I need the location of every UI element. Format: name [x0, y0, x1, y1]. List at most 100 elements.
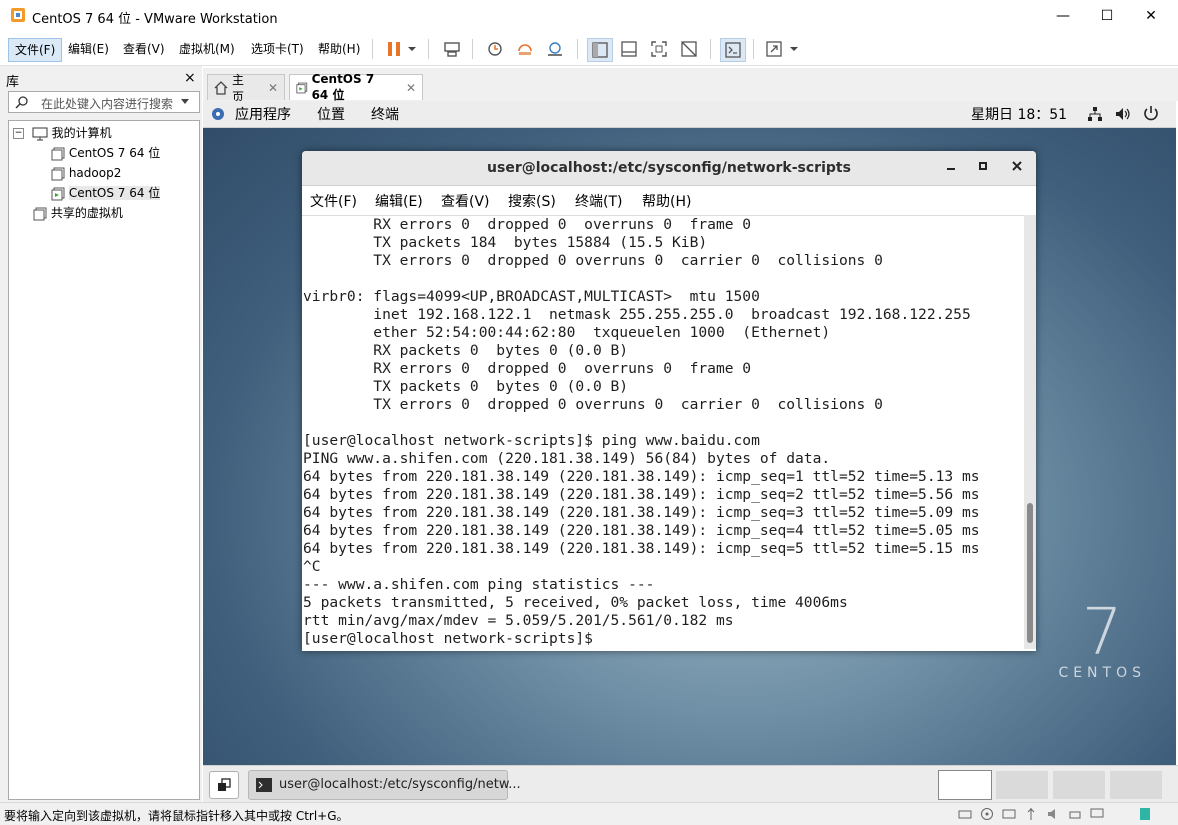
- clock[interactable]: 星期日 18：51: [971, 104, 1067, 124]
- taskbar-terminal-task[interactable]: user@localhost:/etc/sysconfig/netw...: [248, 770, 521, 800]
- terminal-menu-view[interactable]: 查看(V): [441, 191, 490, 211]
- centos-logo-word: CENTOS: [1058, 665, 1146, 681]
- terminal-menu-terminal[interactable]: 终端(T): [575, 191, 622, 211]
- terminal-title: user@localhost:/etc/sysconfig/network-sc…: [487, 160, 851, 176]
- pause-icon[interactable]: [382, 38, 406, 60]
- thumbnail-bar-icon[interactable]: [617, 38, 641, 60]
- tab-label: 主页: [231, 72, 244, 104]
- workspace-3[interactable]: [1052, 770, 1106, 800]
- message-log-icon[interactable]: [1138, 807, 1152, 821]
- volume-icon[interactable]: [1115, 106, 1131, 122]
- minimize-button[interactable]: —: [1040, 0, 1086, 32]
- terminal-maximize-icon[interactable]: [974, 159, 992, 177]
- chevron-down-icon[interactable]: [786, 38, 802, 60]
- tree-node-vm[interactable]: hadoop2: [51, 163, 121, 183]
- stretch-guest-icon[interactable]: [762, 38, 786, 60]
- tab-close-icon[interactable]: ✕: [406, 81, 416, 95]
- guest-taskbar: user@localhost:/etc/sysconfig/netw...: [203, 765, 1178, 803]
- menu-view[interactable]: 查看(V): [117, 38, 171, 60]
- send-ctrl-alt-del-icon[interactable]: [440, 38, 464, 60]
- terminal-menu-help[interactable]: 帮助(H): [642, 191, 691, 211]
- tab-close-icon[interactable]: ✕: [268, 81, 278, 95]
- tree-node-my-computer[interactable]: − 我的计算机: [13, 123, 112, 143]
- terminal-icon: [256, 778, 272, 792]
- workspace-4[interactable]: [1109, 770, 1163, 800]
- toolbar-separator: [710, 39, 711, 59]
- menu-help[interactable]: 帮助(H): [312, 38, 366, 60]
- tree-node-vm-selected[interactable]: CentOS 7 64 位: [51, 183, 161, 203]
- power-icon[interactable]: [1143, 105, 1159, 121]
- gnome-top-bar: 应用程序 位置 终端 星期日 18：51: [203, 101, 1176, 128]
- workspace-1[interactable]: [938, 770, 992, 800]
- usb-icon[interactable]: [1024, 807, 1038, 821]
- chevron-down-icon[interactable]: [404, 38, 420, 60]
- tree-label: CentOS 7 64 位: [68, 146, 161, 160]
- full-screen-icon[interactable]: [647, 38, 671, 60]
- library-panel: 库 × 在此处键入内容进行搜索 − 我的计算机 CentOS 7 64 位 ha…: [0, 66, 202, 802]
- console-view-icon[interactable]: [720, 38, 746, 62]
- toolbar-separator: [372, 39, 373, 59]
- places-menu[interactable]: 位置: [317, 104, 345, 124]
- snapshot-manager-icon[interactable]: [543, 38, 567, 60]
- terminal-window[interactable]: user@localhost:/etc/sysconfig/network-sc…: [302, 151, 1036, 651]
- terminal-scrollbar[interactable]: [1024, 215, 1036, 649]
- library-close-button[interactable]: ×: [184, 70, 196, 86]
- terminal-menubar: 文件(F) 编辑(E) 查看(V) 搜索(S) 终端(T) 帮助(H): [302, 186, 1036, 214]
- maximize-button[interactable]: ☐: [1084, 0, 1130, 32]
- scrollbar-thumb[interactable]: [1027, 503, 1033, 643]
- tab-home[interactable]: 主页 ✕: [207, 73, 285, 104]
- vm-running-icon: [296, 82, 308, 93]
- terminal-menu-edit[interactable]: 编辑(E): [375, 191, 423, 211]
- centos-logo-number: 7: [1081, 596, 1123, 670]
- chevron-down-icon[interactable]: [181, 99, 189, 104]
- vm-icon: [51, 147, 65, 160]
- toolbar-separator: [753, 39, 754, 59]
- library-tree: − 我的计算机 CentOS 7 64 位 hadoop2 CentOS 7 6…: [8, 120, 200, 800]
- sound-card-icon[interactable]: [1046, 807, 1060, 821]
- network-adapter-icon[interactable]: [1002, 807, 1016, 821]
- terminal-text: RX errors 0 dropped 0 overruns 0 frame 0…: [303, 216, 980, 647]
- terminal-menu-search[interactable]: 搜索(S): [508, 191, 556, 211]
- menu-file[interactable]: 文件(F): [8, 38, 63, 62]
- cd-dvd-icon[interactable]: [980, 807, 994, 821]
- printer-icon[interactable]: [1068, 807, 1082, 821]
- close-button[interactable]: ✕: [1128, 0, 1174, 32]
- show-library-icon[interactable]: [587, 38, 613, 62]
- display-icon[interactable]: [1090, 807, 1104, 821]
- menu-edit[interactable]: 编辑(E): [62, 38, 115, 60]
- collapse-icon[interactable]: −: [13, 128, 24, 139]
- library-search-input[interactable]: 在此处键入内容进行搜索: [8, 91, 200, 113]
- terminal-titlebar[interactable]: user@localhost:/etc/sysconfig/network-sc…: [302, 151, 1036, 186]
- computer-icon: [32, 127, 48, 140]
- tab-vm[interactable]: CentOS 7 64 位 ✕: [289, 72, 423, 102]
- hard-disk-icon[interactable]: [958, 807, 972, 821]
- revert-snapshot-icon[interactable]: [513, 38, 537, 60]
- status-bar: 要将输入定向到该虚拟机，请将鼠标指针移入其中或按 Ctrl+G。: [0, 802, 1178, 825]
- workspace-2[interactable]: [995, 770, 1049, 800]
- vm-display[interactable]: 应用程序 位置 终端 星期日 18：51 7 CENTOS user@local…: [203, 101, 1176, 765]
- tree-label: 共享的虚拟机: [50, 206, 123, 220]
- terminal-menu-file[interactable]: 文件(F): [310, 191, 357, 211]
- terminal-menu[interactable]: 终端: [371, 104, 399, 124]
- applications-menu[interactable]: 应用程序: [235, 104, 291, 124]
- network-icon[interactable]: [1087, 106, 1103, 122]
- menu-toolbar: 文件(F) 编辑(E) 查看(V) 虚拟机(M) 选项卡(T) 帮助(H): [0, 32, 1178, 66]
- show-desktop-button[interactable]: [209, 771, 239, 799]
- tree-node-shared[interactable]: 共享的虚拟机: [33, 203, 123, 223]
- menu-vm[interactable]: 虚拟机(M): [173, 38, 241, 60]
- snapshot-icon[interactable]: [483, 38, 507, 60]
- unity-icon[interactable]: [677, 38, 701, 60]
- status-message: 要将输入定向到该虚拟机，请将鼠标指针移入其中或按 Ctrl+G。: [4, 809, 349, 823]
- tab-label: CentOS 7 64 位: [311, 72, 375, 102]
- toolbar-separator: [472, 39, 473, 59]
- tree-label: CentOS 7 64 位: [68, 186, 161, 200]
- shared-vm-icon: [33, 207, 47, 220]
- tree-node-vm[interactable]: CentOS 7 64 位: [51, 143, 160, 163]
- show-desktop-icon: [218, 778, 231, 791]
- window-title: CentOS 7 64 位 - VMware Workstation: [32, 12, 278, 27]
- terminal-output[interactable]: RX errors 0 dropped 0 overruns 0 frame 0…: [302, 215, 1024, 650]
- library-title: 库: [6, 75, 20, 90]
- terminal-minimize-icon[interactable]: [942, 159, 960, 177]
- terminal-close-icon[interactable]: [1008, 159, 1026, 177]
- menu-tabs[interactable]: 选项卡(T): [245, 38, 310, 60]
